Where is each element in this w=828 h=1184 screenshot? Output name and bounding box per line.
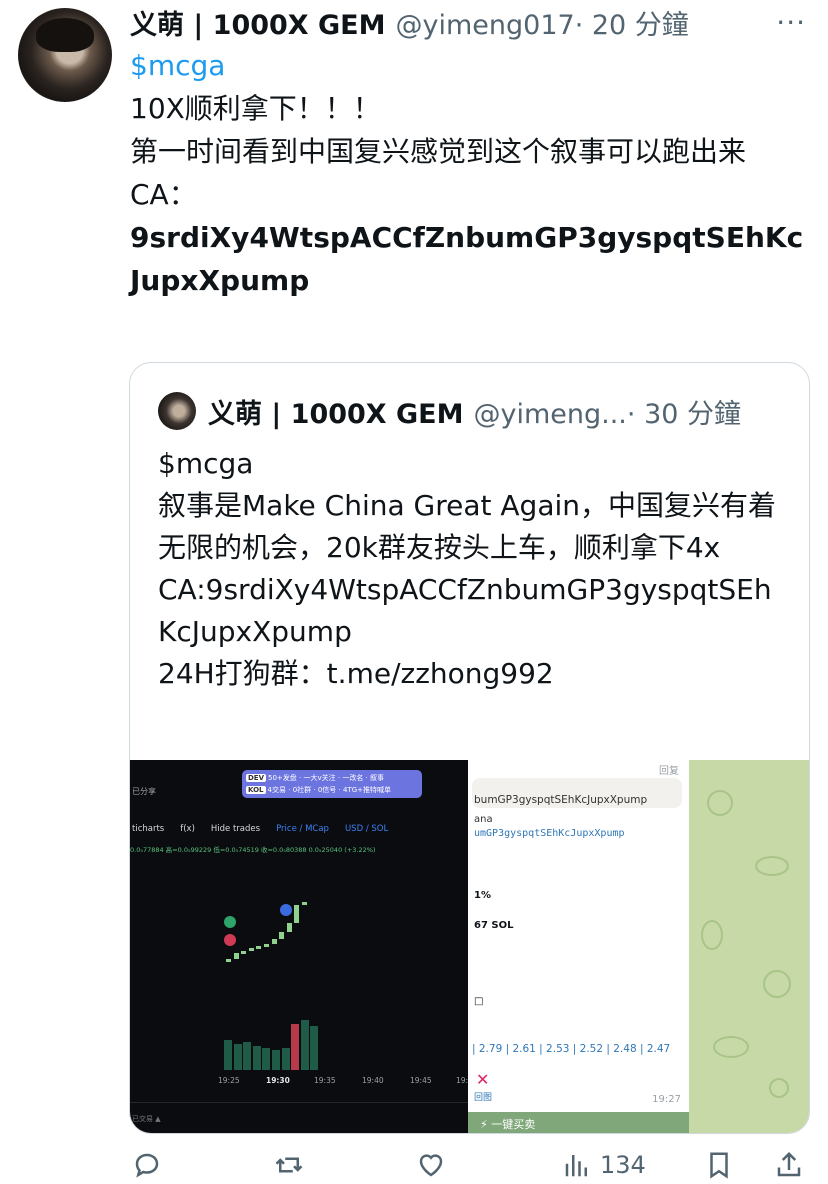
toolbar-item: Hide trades (210, 824, 261, 834)
toolbar-item: Price / MCap (276, 824, 329, 834)
volume-bar (262, 1048, 271, 1070)
candle (233, 953, 239, 959)
views-button[interactable]: 134 (562, 1146, 646, 1184)
quote-line: 24H打狗群：t.me/zzhong992 (158, 657, 554, 690)
candle (264, 943, 269, 947)
x-tick: 19:45 (410, 1076, 432, 1085)
volume-bar (243, 1042, 252, 1070)
share-label: 已分享 (132, 787, 156, 796)
avatar[interactable] (18, 8, 112, 102)
quote-author-handle: @yimeng...· 30 分鐘 (473, 398, 742, 430)
square-glyph: □ (474, 996, 484, 1007)
price-list: | 2.79 | 2.61 | 2.53 | 2.52 | 2.48 | 2.4… (472, 1043, 671, 1055)
toolbar-item: USD / SOL (344, 824, 389, 834)
candle (256, 946, 262, 950)
chart-screenshot: DEV 50+发盘 · 一大v关注 · 一改名 · 叙事 KOL 4交易 · 0社群… (130, 760, 468, 1133)
contract-address: 9srdiXy4WtspACCfZnbumGP3gyspqtSEhKcJupxX… (130, 221, 804, 297)
tweet-actions: 134 (0, 1146, 828, 1184)
divider (130, 1102, 468, 1103)
toolbar-item: f(x) (180, 824, 195, 834)
author-name[interactable]: 义萌 | 1000X GEM (130, 3, 386, 42)
quote-header: 义萌 | 1000X GEM @yimeng...· 30 分鐘 (158, 391, 741, 431)
doodle-icon (701, 920, 723, 950)
views-count: 134 (600, 1151, 646, 1179)
ca-mono: umGP3gyspqtSEhKcJupxXpump (474, 828, 625, 839)
cashtag-link[interactable]: $mcga (130, 44, 810, 87)
volume-bar (281, 1048, 290, 1070)
quoted-tweet[interactable]: 义萌 | 1000X GEM @yimeng...· 30 分鐘 $mcga 叙… (129, 362, 810, 1134)
chart-toolbar: ticharts f(x) Hide trades Price / MCap U… (130, 824, 468, 834)
trade-marker (224, 916, 236, 928)
reply-icon[interactable] (132, 1146, 162, 1184)
share-icon[interactable] (774, 1146, 804, 1184)
x-tick: 19: (456, 1076, 468, 1085)
quote-avatar (158, 392, 196, 430)
tweet-line: CA： (130, 178, 197, 211)
quote-line: $mcga (158, 447, 254, 480)
trades-label: 已交易 ▲ (132, 1115, 161, 1123)
sol-value: 67 SOL (474, 920, 514, 931)
x-tick: 19:30 (266, 1076, 290, 1085)
candle (302, 902, 307, 906)
trade-marker (224, 934, 236, 946)
views-icon (565, 1155, 587, 1177)
doodle-icon (713, 1036, 749, 1058)
doodle-icon (755, 856, 789, 876)
trade-marker (280, 904, 292, 916)
author-handle[interactable]: @yimeng017· 20 分鐘 (396, 3, 689, 42)
bot-message-screenshot: 回复 bumGP3gyspqtSEhKcJupxXpump ana umGP3g… (468, 760, 689, 1133)
volume-bar (300, 1020, 309, 1070)
chat-background (689, 760, 809, 1133)
volume-bar (224, 1040, 232, 1070)
message-time: 19:27 (652, 1094, 681, 1105)
tweet-text: $mcga 10X顺利拿下！！！ 第一时间看到中国复兴感觉到这个叙事可以跑出来 … (130, 44, 810, 302)
like-icon[interactable] (416, 1146, 446, 1184)
x-tick: 19:25 (218, 1076, 240, 1085)
candle (294, 904, 300, 924)
toolbar-item: ticharts (132, 824, 165, 834)
quote-text: $mcga 叙事是Make China Great Again，中国复兴有着无限… (158, 443, 788, 695)
more-options-icon[interactable]: ··· (776, 6, 806, 39)
retweet-icon[interactable] (274, 1146, 304, 1184)
tweet-header: 义萌 | 1000X GEM @yimeng017· 20 分鐘 (130, 3, 689, 42)
candle (248, 948, 254, 952)
cross-icon: ✕ (476, 1070, 490, 1089)
tweet-line: 第一时间看到中国复兴感觉到这个叙事可以跑出来 (130, 135, 747, 168)
ohlc-readout: 0.0₅77884 高=0.0₅99229 低=0.0₅74519 收=0.0₅… (130, 846, 376, 854)
candle (271, 939, 277, 944)
volume-bar (252, 1046, 261, 1070)
quote-line: CA:9srdiXy4WtspACCfZnbumGP3gyspqtSEhKcJu… (158, 573, 772, 648)
x-tick: 19:40 (362, 1076, 384, 1085)
x-tick: 19:35 (314, 1076, 336, 1085)
volume-bar (291, 1024, 300, 1070)
candle (226, 958, 231, 962)
candle (279, 932, 285, 940)
pct-value: 1% (474, 890, 491, 901)
quick-trade-button: ⚡ 一键买卖 (468, 1112, 689, 1133)
doodle-icon (707, 790, 733, 816)
tweet-line: 10X顺利拿下！！！ (130, 92, 381, 125)
bookmark-icon[interactable] (704, 1146, 734, 1184)
doodle-icon (769, 1078, 789, 1098)
doodle-icon (763, 970, 791, 998)
quote-media[interactable]: DEV 50+发盘 · 一大v关注 · 一改名 · 叙事 KOL 4交易 · 0社群… (130, 760, 809, 1133)
candle (286, 923, 292, 933)
chain-label: ana (474, 814, 493, 825)
candle (241, 950, 247, 954)
quote-line: 叙事是Make China Great Again，中国复兴有着无限的机会，20… (158, 489, 777, 564)
reply-label: 回复 (659, 766, 679, 777)
ca-fragment: bumGP3gyspqtSEhKcJupxXpump (474, 794, 648, 806)
token-badges: DEV 50+发盘 · 一大v关注 · 一改名 · 叙事 KOL 4交易 · 0社群… (242, 770, 422, 798)
quote-author-name: 义萌 | 1000X GEM (208, 398, 464, 430)
volume-bar (233, 1044, 242, 1070)
volume-bar (272, 1050, 280, 1070)
volume-bar (310, 1026, 319, 1070)
back-label: 回图 (474, 1093, 493, 1103)
